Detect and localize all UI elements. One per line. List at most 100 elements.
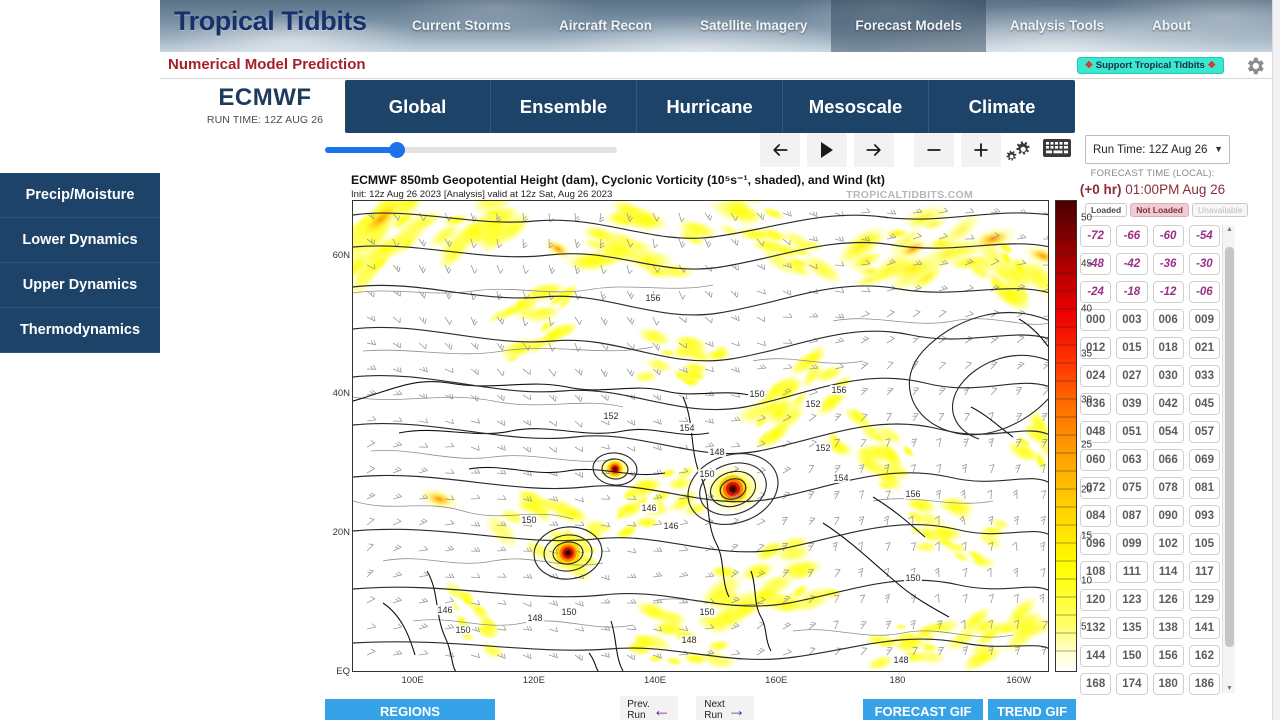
step-back-button[interactable] [760,133,800,167]
sidebar-item-lower-dynamics[interactable]: Lower Dynamics [0,218,160,263]
regions-button[interactable]: REGIONS [325,699,495,720]
forecast-hour-114[interactable]: 114 [1152,561,1184,583]
opacity-slider[interactable] [325,140,625,160]
forecast-hour-offset: (+0 hr) [1079,182,1122,197]
forecast-hour-015[interactable]: 015 [1116,337,1148,359]
step-forward-button[interactable] [854,133,894,167]
forecast-hour-039[interactable]: 039 [1116,393,1148,415]
forecast-hour-162[interactable]: 162 [1188,645,1220,667]
forecast-hour-117[interactable]: 117 [1188,561,1220,583]
forecast-hour-129[interactable]: 129 [1188,589,1220,611]
scroll-down-arrow-icon[interactable]: ▼ [1226,685,1233,692]
play-button[interactable] [807,133,847,167]
forecast-hour-neg66[interactable]: -66 [1116,225,1148,247]
tab-ensemble[interactable]: Ensemble [491,80,637,133]
forecast-gif-button[interactable]: FORECAST GIF [863,699,983,720]
forecast-hour-063[interactable]: 063 [1116,449,1148,471]
slider-thumb[interactable] [389,142,405,158]
site-logo[interactable]: Tropical Tidbits [174,6,367,37]
forecast-hour-168[interactable]: 168 [1080,673,1112,695]
forecast-hour-neg30[interactable]: -30 [1188,253,1220,275]
zoom-out-button[interactable] [914,133,954,167]
tab-global[interactable]: Global [345,80,491,133]
forecast-hour-neg60[interactable]: -60 [1152,225,1184,247]
nav-item-current-storms[interactable]: Current Storms [388,0,535,52]
forecast-hour-093[interactable]: 093 [1188,505,1220,527]
nav-item-satellite-imagery[interactable]: Satellite Imagery [676,0,831,52]
contour-label-146-7: 146 [641,503,656,513]
forecast-hour-066[interactable]: 066 [1152,449,1184,471]
nav-item-about[interactable]: About [1128,0,1215,52]
forecast-hour-111[interactable]: 111 [1116,561,1148,583]
prev-run-button[interactable]: Prev. Run ← [620,696,678,720]
forecast-hour-042[interactable]: 042 [1152,393,1184,415]
map-canvas[interactable]: 156 152 154 150 148 150 146 146 148 150 152 154 156 1… [352,200,1049,672]
forecast-hour-081[interactable]: 081 [1188,477,1220,499]
nav-item-forecast-models[interactable]: Forecast Models [831,0,986,52]
forecast-hour-138[interactable]: 138 [1152,617,1184,639]
forecast-hour-057[interactable]: 057 [1188,421,1220,443]
sidebar-item-precip-moisture[interactable]: Precip/Moisture [0,173,160,218]
forecast-hour-neg18[interactable]: -18 [1116,281,1148,303]
gears-icon[interactable] [1000,133,1034,167]
forecast-hour-099[interactable]: 099 [1116,533,1148,555]
tab-mesoscale[interactable]: Mesoscale [783,80,929,133]
colorbar-tick-20: 20 [1081,484,1093,496]
contour-label-148-4: 148 [709,447,724,457]
forecast-hour-102[interactable]: 102 [1152,533,1184,555]
forecast-hour-006[interactable]: 006 [1152,309,1184,331]
forecast-hour-003[interactable]: 003 [1116,309,1148,331]
forecast-hour-078[interactable]: 078 [1152,477,1184,499]
forecast-hour-186[interactable]: 186 [1188,673,1220,695]
scroll-up-arrow-icon[interactable]: ▲ [1226,226,1233,233]
scrollbar-thumb[interactable] [1225,247,1234,647]
tab-hurricane[interactable]: Hurricane [637,80,783,133]
forecast-hour-090[interactable]: 090 [1152,505,1184,527]
forecast-hour-neg54[interactable]: -54 [1188,225,1220,247]
forecast-hour-051[interactable]: 051 [1116,421,1148,443]
sidebar-item-thermodynamics[interactable]: Thermodynamics [0,308,160,353]
keyboard-icon[interactable] [1042,136,1072,160]
support-button[interactable]: ❖ Support Tropical Tidbits ❖ [1076,57,1224,74]
contour-2 [353,284,1048,316]
forecast-hour-135[interactable]: 135 [1116,617,1148,639]
contour-label-150-17: 150 [455,625,470,635]
sidebar-item-upper-dynamics[interactable]: Upper Dynamics [0,263,160,308]
forecast-hour-neg36[interactable]: -36 [1152,253,1184,275]
forecast-hour-054[interactable]: 054 [1152,421,1184,443]
window-scrollbar[interactable] [1272,0,1280,720]
forecast-hour-scrollbar[interactable]: ▲ ▼ [1222,225,1235,693]
forecast-hour-neg42[interactable]: -42 [1116,253,1148,275]
forecast-hour-075[interactable]: 075 [1116,477,1148,499]
forecast-hour-141[interactable]: 141 [1188,617,1220,639]
zoom-in-button[interactable] [961,133,1001,167]
nav-item-aircraft-recon[interactable]: Aircraft Recon [535,0,676,52]
forecast-hour-neg12[interactable]: -12 [1152,281,1184,303]
forecast-hour-045[interactable]: 045 [1188,393,1220,415]
forecast-hour-018[interactable]: 018 [1152,337,1184,359]
model-header-row: ECMWF RUN TIME: 12Z AUG 26 Global Ensembl… [160,80,1280,133]
forecast-hour-033[interactable]: 033 [1188,365,1220,387]
forecast-hour-009[interactable]: 009 [1188,309,1220,331]
forecast-hour-030[interactable]: 030 [1152,365,1184,387]
map-plot-area[interactable]: EQ 20N 40N 60N 156 152 154 150 148 150 146 146 148 1… [333,200,1049,686]
forecast-hour-150[interactable]: 150 [1116,645,1148,667]
forecast-hour-174[interactable]: 174 [1116,673,1148,695]
tab-climate[interactable]: Climate [929,80,1075,133]
forecast-hour-neg06[interactable]: -06 [1188,281,1220,303]
forecast-hour-027[interactable]: 027 [1116,365,1148,387]
forecast-hour-021[interactable]: 021 [1188,337,1220,359]
forecast-hour-180[interactable]: 180 [1152,673,1184,695]
gear-icon[interactable] [1244,55,1266,77]
forecast-hour-087[interactable]: 087 [1116,505,1148,527]
run-time-select[interactable]: Run Time: 12Z Aug 26 ▼ [1085,135,1230,164]
forecast-hour-069[interactable]: 069 [1188,449,1220,471]
forecast-hour-156[interactable]: 156 [1152,645,1184,667]
next-run-button[interactable]: Next Run → [696,696,754,720]
forecast-hour-105[interactable]: 105 [1188,533,1220,555]
forecast-hour-123[interactable]: 123 [1116,589,1148,611]
nav-item-analysis-tools[interactable]: Analysis Tools [986,0,1128,52]
contour-label-156-12: 156 [831,385,846,395]
trend-gif-button[interactable]: TREND GIF [988,699,1076,720]
forecast-hour-126[interactable]: 126 [1152,589,1184,611]
